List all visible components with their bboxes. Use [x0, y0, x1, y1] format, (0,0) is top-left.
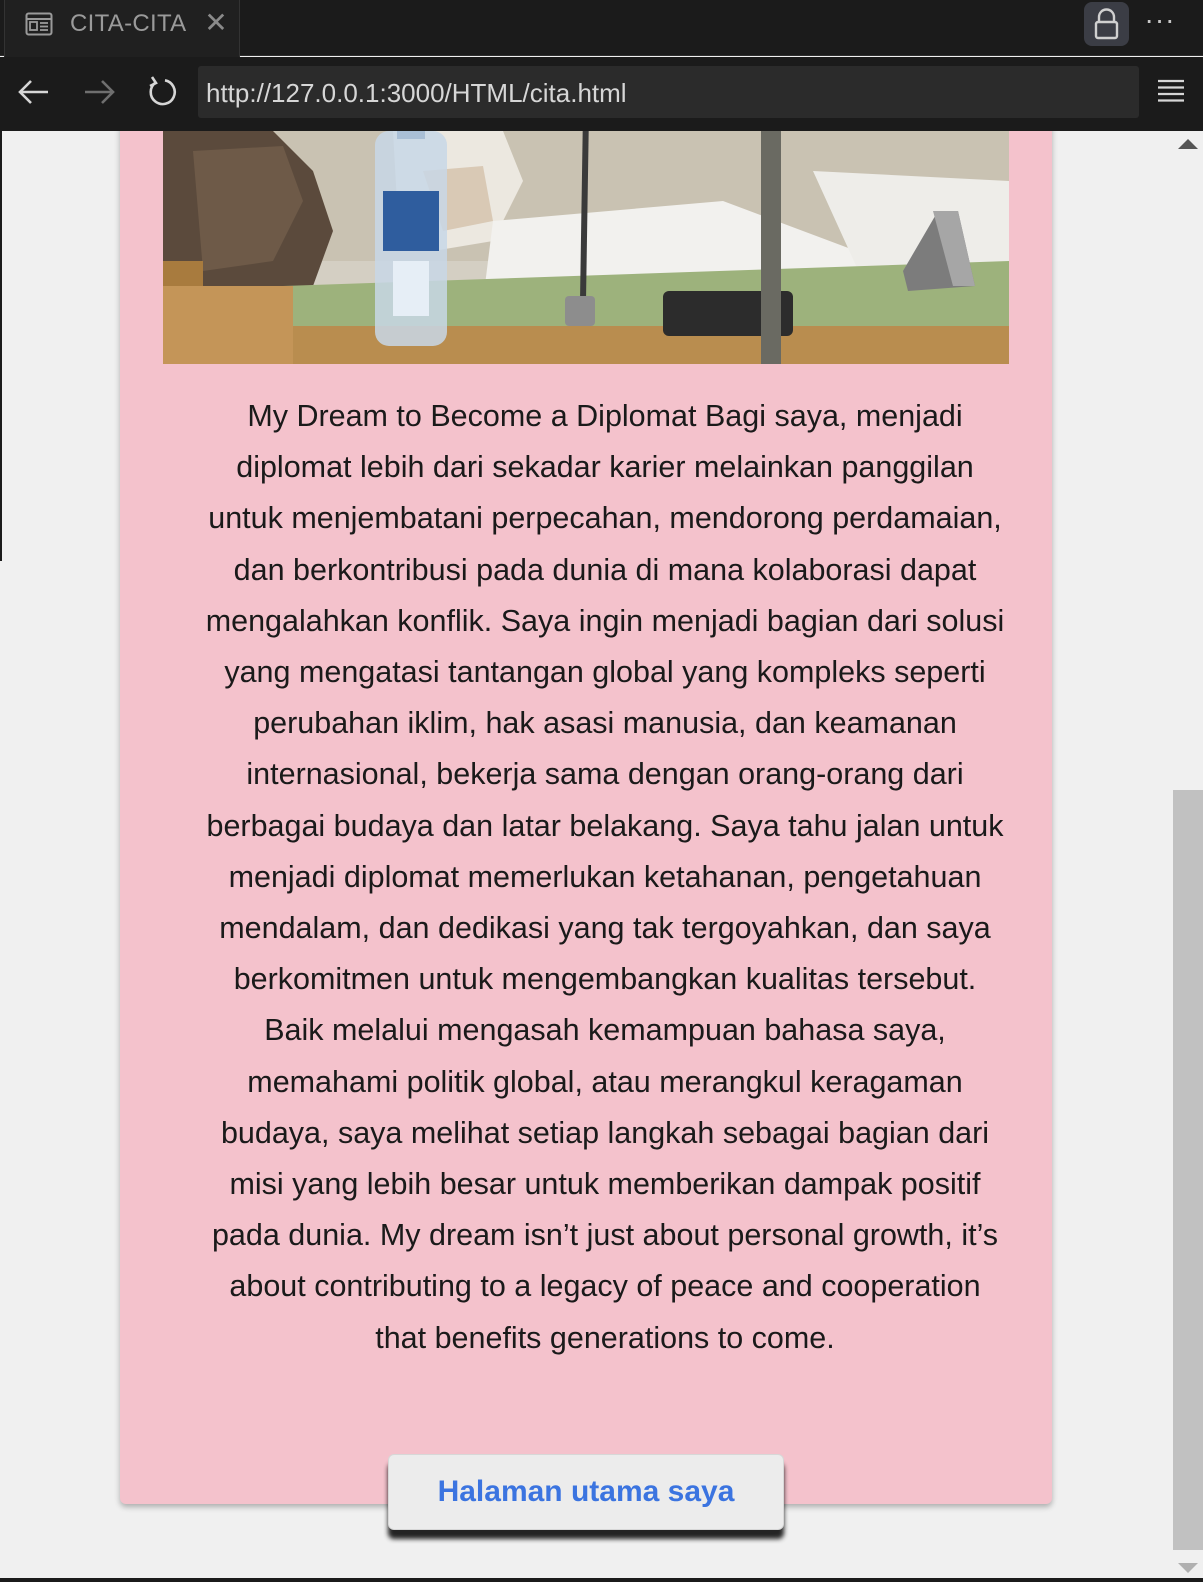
tab-bar: CITA-CITA ✕ ··· [0, 0, 1203, 57]
navigation-bar: http://127.0.0.1:3000/HTML/cita.html [0, 57, 1203, 131]
home-page-button[interactable]: Halaman utama saya [388, 1454, 784, 1530]
reload-button[interactable] [143, 72, 183, 112]
forward-button[interactable] [79, 72, 119, 112]
page-viewport: My Dream to Become a Diplomat Bagi saya,… [0, 131, 1203, 1582]
url-text[interactable]: http://127.0.0.1:3000/HTML/cita.html [206, 78, 627, 109]
close-icon[interactable]: ✕ [201, 8, 231, 38]
menu-icon[interactable] [1154, 73, 1188, 109]
tab-title: CITA-CITA [70, 10, 187, 37]
forward-arrow-icon [85, 80, 115, 104]
reload-icon [149, 76, 177, 106]
window-edge [0, 131, 2, 561]
reader-view-icon [25, 12, 53, 36]
diplomat-photo [163, 131, 1009, 364]
address-bar[interactable]: http://127.0.0.1:3000/HTML/cita.html [198, 66, 1139, 118]
browser-tab[interactable]: CITA-CITA ✕ [4, 0, 240, 57]
lock-icon [1094, 8, 1119, 40]
more-icon[interactable]: ··· [1140, 4, 1180, 44]
back-button[interactable] [14, 72, 54, 112]
scroll-up-arrow-icon[interactable] [1178, 139, 1198, 149]
window-bottom-edge [0, 1578, 1203, 1582]
scroll-down-arrow-icon[interactable] [1178, 1563, 1198, 1573]
lock-button[interactable] [1084, 2, 1129, 46]
content-card: My Dream to Become a Diplomat Bagi saya,… [120, 131, 1052, 1504]
dream-paragraph: My Dream to Become a Diplomat Bagi saya,… [205, 399, 1005, 1355]
scrollbar-thumb[interactable] [1173, 790, 1203, 1550]
back-arrow-icon [18, 80, 48, 104]
vertical-scrollbar[interactable] [1172, 131, 1203, 1582]
